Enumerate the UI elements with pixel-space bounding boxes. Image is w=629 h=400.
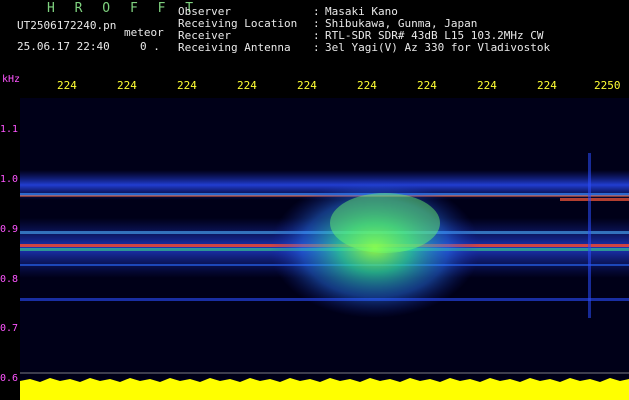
x-tick-label: 224 [477, 79, 497, 92]
meta-antenna: Receiving Antenna:3el Yagi(V) Az 330 for… [178, 41, 550, 54]
x-tick-label: 224 [417, 79, 437, 92]
x-tick-label: 224 [57, 79, 77, 92]
image-filename: UT2506172240.pn [17, 19, 117, 32]
y-tick-label: 0.6 [0, 373, 19, 384]
meta-colon: : [313, 41, 320, 54]
amplitude-trace [20, 378, 629, 400]
x-tick-label: 224 [297, 79, 317, 92]
timestamp: 25.06.17 22:40 [17, 40, 110, 53]
x-tick-label: 224 [117, 79, 137, 92]
waterfall-spectrogram [20, 98, 629, 400]
app-title: H R O F F T [47, 1, 200, 16]
y-tick-label: 1.0 [0, 174, 19, 185]
y-axis-unit: kHz [2, 74, 21, 85]
spectrogram-canvas [20, 98, 629, 400]
x-tick-label: 2250 [594, 79, 621, 92]
event-tag: meteor [124, 26, 164, 39]
x-tick-label: 224 [357, 79, 377, 92]
y-tick-label: 0.9 [0, 224, 19, 235]
x-tick-label: 224 [177, 79, 197, 92]
y-tick-label: 1.1 [0, 124, 19, 135]
signal-line [560, 198, 629, 201]
x-tick-label: 224 [237, 79, 257, 92]
y-tick-label: 0.7 [0, 323, 19, 334]
meta-value: 3el Yagi(V) Az 330 for Vladivostok [325, 41, 551, 54]
meteor-echo-core [330, 193, 440, 253]
meta-key: Receiving Antenna [178, 41, 291, 54]
y-tick-label: 0.8 [0, 274, 19, 285]
counter-readout: 0 . [140, 40, 160, 53]
vertical-trace [588, 153, 591, 318]
x-tick-label: 224 [537, 79, 557, 92]
